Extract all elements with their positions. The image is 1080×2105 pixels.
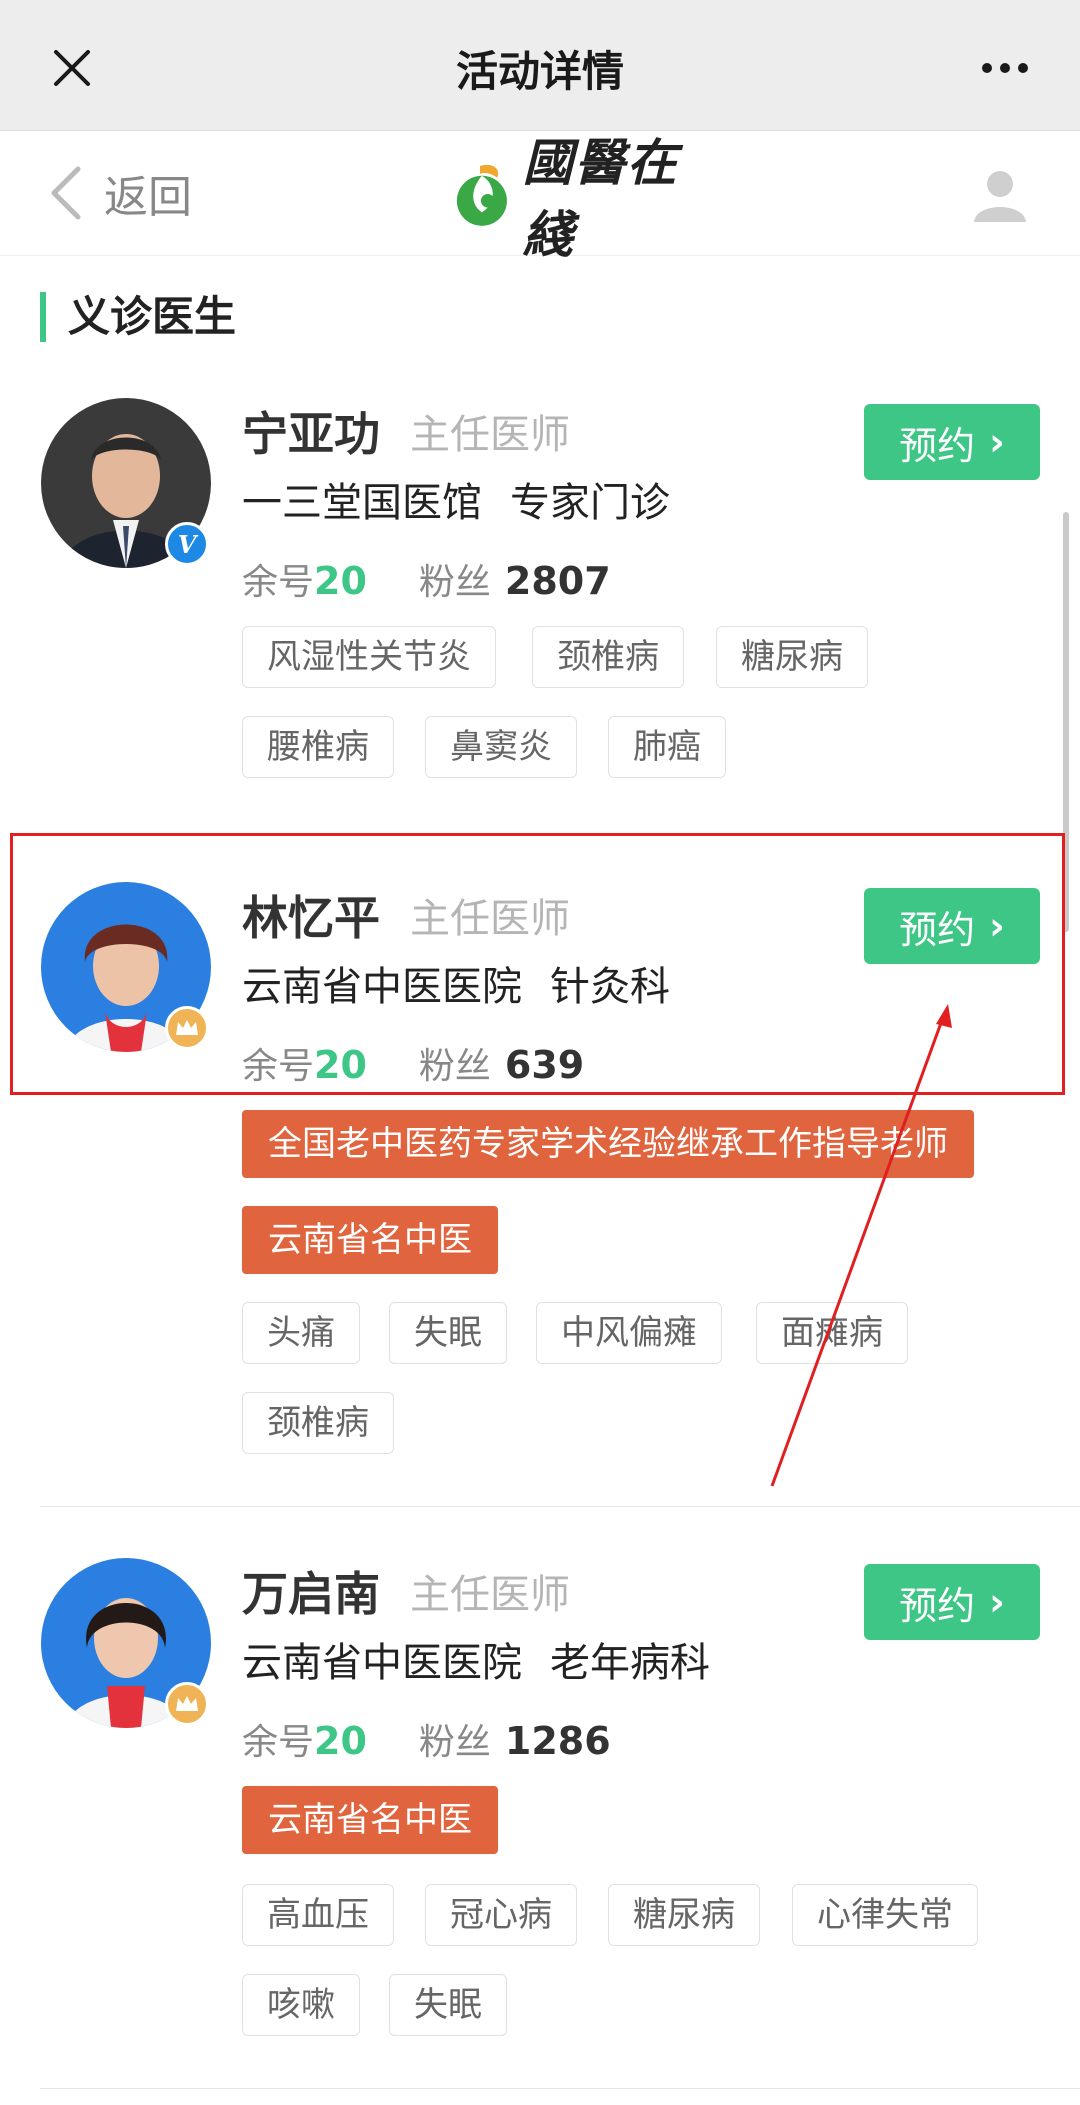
page-title: 活动详情 — [455, 47, 624, 96]
disease-tag[interactable]: 冠心病 — [425, 1884, 577, 1946]
disease-tag[interactable]: 咳嗽 — [242, 1974, 360, 2036]
doctor-card[interactable]: V 宁亚功 主任医师 一三堂国医馆 专家门诊 余号20 粉丝 2807 预约 › 风湿性… — [0, 398, 1080, 818]
doctor-rank: 主任医师 — [410, 1572, 570, 1618]
back-button[interactable]: 返回 — [48, 163, 192, 223]
fans-count: 2807 — [504, 559, 611, 603]
hospital-name: 云南省中医医院 — [242, 1640, 522, 1686]
logo-text: 國醫在綫 — [522, 133, 679, 264]
disease-tag[interactable]: 中风偏瘫 — [536, 1302, 722, 1364]
doctor-card[interactable]: 万启南 主任医师 云南省中医医院 老年病科 余号20 粉丝 1286 预约 › 云南省名… — [0, 1558, 1080, 2098]
doctor-name: 宁亚功 — [242, 407, 380, 461]
book-button[interactable]: 预约 › — [864, 404, 1040, 480]
more-options-icon[interactable] — [980, 48, 1030, 88]
doctor-stats: 余号20 粉丝 1286 — [242, 1713, 611, 1765]
remaining-count: 20 — [314, 1043, 367, 1087]
doctor-name: 林忆平 — [242, 891, 380, 945]
doctor-avatar[interactable]: V — [41, 398, 211, 568]
disease-tag[interactable]: 失眠 — [389, 1302, 507, 1364]
card-divider — [40, 2088, 1080, 2089]
fans-label: 粉丝 — [418, 1046, 491, 1087]
doctor-affiliation: 云南省中医医院 针灸科 — [242, 954, 670, 1012]
doctor-card[interactable]: 林忆平 主任医师 云南省中医医院 针灸科 余号20 粉丝 639 预约 › 全国老中医药… — [0, 882, 1080, 1454]
disease-tag[interactable]: 风湿性关节炎 — [242, 626, 496, 688]
doctor-avatar[interactable] — [41, 882, 211, 1052]
doctor-rank: 主任医师 — [410, 412, 570, 458]
department-name: 专家门诊 — [510, 480, 670, 526]
disease-tag[interactable]: 颈椎病 — [532, 626, 684, 688]
disease-tag[interactable]: 腰椎病 — [242, 716, 394, 778]
disease-tag[interactable]: 糖尿病 — [716, 626, 868, 688]
doctor-stats: 余号20 粉丝 2807 — [242, 553, 611, 605]
department-name: 针灸科 — [550, 964, 670, 1010]
disease-tag[interactable]: 面瘫病 — [756, 1302, 908, 1364]
remaining-count: 20 — [314, 559, 367, 603]
remaining-label: 余号 — [242, 562, 315, 603]
chevron-right-icon: › — [989, 420, 1005, 464]
crown-badge-icon — [165, 1682, 209, 1726]
section-title: 义诊医生 — [40, 292, 236, 342]
book-label: 预约 — [899, 1583, 976, 1628]
honor-badge: 云南省名中医 — [242, 1786, 498, 1854]
doctor-avatar[interactable] — [41, 1558, 211, 1728]
doctor-stats: 余号20 粉丝 639 — [242, 1037, 584, 1089]
disease-tag[interactable]: 失眠 — [389, 1974, 507, 2036]
disease-tag[interactable]: 糖尿病 — [608, 1884, 760, 1946]
chevron-right-icon: › — [989, 1580, 1005, 1624]
disease-tag[interactable]: 鼻窦炎 — [425, 716, 577, 778]
fans-count: 639 — [504, 1043, 585, 1087]
remaining-label: 余号 — [242, 1046, 315, 1087]
doctor-affiliation: 云南省中医医院 老年病科 — [242, 1630, 710, 1688]
disease-tag[interactable]: 头痛 — [242, 1302, 360, 1364]
disease-tag[interactable]: 心律失常 — [792, 1884, 978, 1946]
department-name: 老年病科 — [550, 1640, 710, 1686]
fans-label: 粉丝 — [418, 562, 491, 603]
back-label: 返回 — [104, 172, 192, 223]
doctor-name: 万启南 — [242, 1567, 380, 1621]
disease-tag[interactable]: 颈椎病 — [242, 1392, 394, 1454]
book-label: 预约 — [899, 423, 976, 468]
scrollbar[interactable] — [1063, 512, 1069, 932]
doctor-affiliation: 一三堂国医馆 专家门诊 — [242, 470, 670, 528]
disease-tag[interactable]: 高血压 — [242, 1884, 394, 1946]
verified-badge-icon: V — [165, 522, 209, 566]
chevron-right-icon: › — [989, 904, 1005, 948]
wechat-top-bar: 活动详情 — [0, 0, 1080, 131]
fans-count: 1286 — [504, 1719, 611, 1763]
disease-tag[interactable]: 肺癌 — [608, 716, 726, 778]
hospital-name: 云南省中医医院 — [242, 964, 522, 1010]
logo: 國醫在綫 — [453, 133, 723, 264]
remaining-label: 余号 — [242, 1722, 315, 1763]
card-divider — [40, 1506, 1080, 1507]
doctor-rank: 主任医师 — [410, 896, 570, 942]
site-header: 返回 國醫在綫 — [0, 131, 1080, 264]
book-label: 预约 — [899, 907, 976, 952]
honor-badge: 全国老中医药专家学术经验继承工作指导老师 — [242, 1110, 974, 1178]
chevron-left-icon — [51, 166, 81, 220]
book-button[interactable]: 预约 › — [864, 888, 1040, 964]
hospital-name: 一三堂国医馆 — [242, 480, 482, 526]
remaining-count: 20 — [314, 1719, 367, 1763]
honor-badge: 云南省名中医 — [242, 1206, 498, 1274]
book-button[interactable]: 预约 › — [864, 1564, 1040, 1640]
fans-label: 粉丝 — [418, 1722, 491, 1763]
user-profile-icon[interactable] — [970, 164, 1030, 224]
logo-icon — [456, 164, 507, 226]
crown-badge-icon — [165, 1006, 209, 1050]
